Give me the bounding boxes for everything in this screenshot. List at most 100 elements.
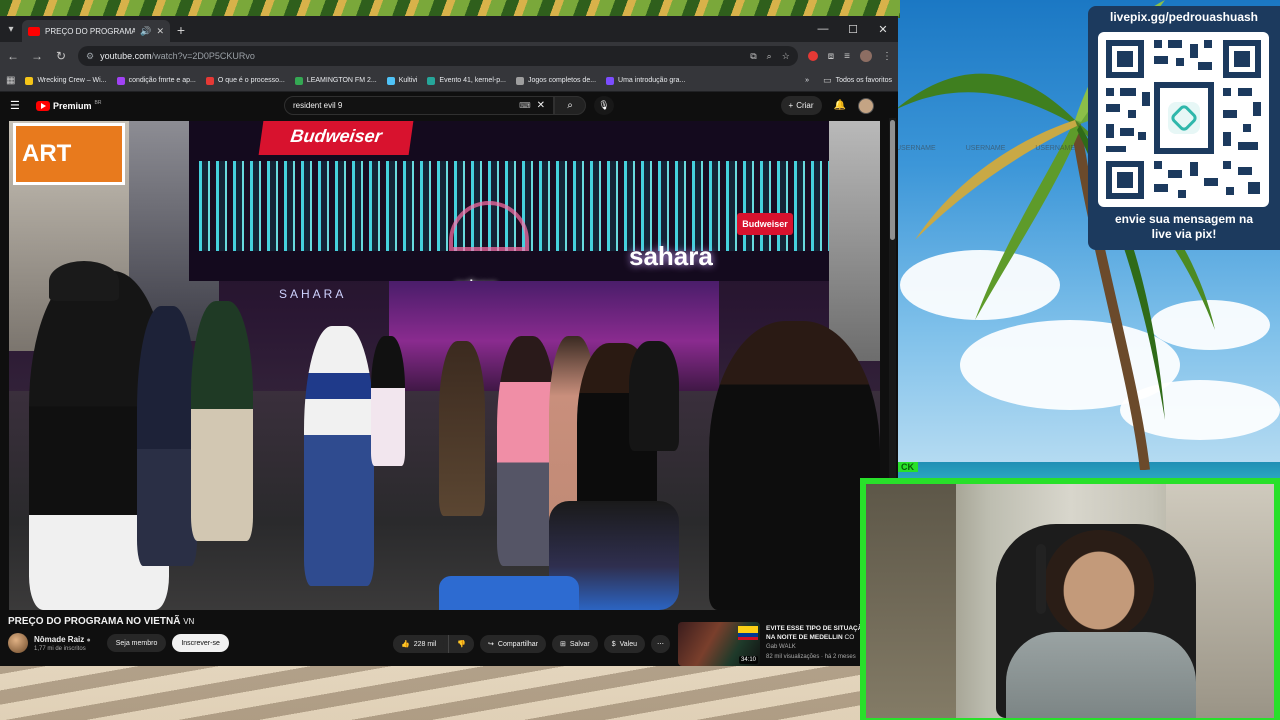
bookmark-label: O que é o processo... xyxy=(217,77,285,84)
bookmark-item[interactable]: O que é o processo... xyxy=(205,76,285,85)
thumbs-down-icon: 👎 xyxy=(457,641,467,648)
scrollbar-thumb[interactable] xyxy=(890,120,895,240)
create-button[interactable]: + Criar xyxy=(780,96,822,115)
channel-name-row[interactable]: Nômade Raiz ● xyxy=(34,635,91,644)
recommended-views: 82 mil visualizações · há 2 meses xyxy=(766,654,856,660)
mic-icon: 🎙 xyxy=(598,100,610,110)
site-info-icon[interactable]: ⚙ xyxy=(86,51,94,62)
extensions: ⧈ ≡ ⋮ xyxy=(807,50,892,62)
close-tab-icon[interactable]: ✕ xyxy=(156,26,164,37)
speaker-icon[interactable]: 🔊 xyxy=(140,26,151,37)
apps-grid-icon[interactable]: ▦ xyxy=(6,75,15,86)
reload-button[interactable]: ↻ xyxy=(54,49,68,63)
tab-youtube[interactable]: PREÇO DO PROGRAMA NO VIETNÃ 🔊 ✕ xyxy=(22,20,170,42)
video-player[interactable]: ART Budweiser sahara sahara Budweiser SA… xyxy=(9,121,880,610)
tab-search-button[interactable]: ▾ xyxy=(0,16,22,42)
person-cap xyxy=(49,261,119,301)
maximize-button[interactable]: ☐ xyxy=(838,16,868,42)
url-path: /watch?v=2D0P5CKURvo xyxy=(151,51,255,61)
bookmark-favicon-icon xyxy=(294,76,303,85)
bookmark-label: LEAMINGTON FM 2... xyxy=(306,77,377,84)
channel-avatar[interactable] xyxy=(8,633,28,653)
account-avatar[interactable] xyxy=(858,97,874,114)
overlay-username: USERNAME xyxy=(896,145,936,152)
keyboard-icon[interactable]: ⌨ xyxy=(519,101,531,110)
clear-search-icon[interactable]: ✕ xyxy=(537,100,545,111)
folder-icon: ▭ xyxy=(823,75,832,85)
sahara-sign: sahara xyxy=(629,241,713,271)
notifications-bell-icon[interactable]: 🔔 xyxy=(834,100,846,111)
person xyxy=(137,306,197,566)
bookmark-item[interactable]: LEAMINGTON FM 2... xyxy=(294,76,377,85)
person xyxy=(497,336,557,566)
subscribe-button[interactable]: Inscrever-se xyxy=(172,634,229,652)
media-controls-icon[interactable]: ≡ xyxy=(844,51,850,62)
bookmark-favicon-icon xyxy=(116,76,125,85)
bookmark-item[interactable]: Uma introdução gra... xyxy=(606,76,686,85)
bookmarks-overflow-button[interactable]: » xyxy=(805,77,809,84)
channel-row: Nômade Raiz ● 1,77 mi de inscritos Seja … xyxy=(8,633,229,653)
colombia-flag-icon xyxy=(738,626,758,640)
zoom-icon[interactable]: ⌕ xyxy=(767,51,772,62)
bookmark-item[interactable]: Kultivi xyxy=(386,76,418,85)
headset-icon xyxy=(1036,544,1046,614)
budweiser-sign-right: Budweiser xyxy=(737,213,793,235)
share-icon: ↪ xyxy=(488,641,494,648)
search-button[interactable]: ⌕ xyxy=(554,96,586,115)
bookmark-label: Evento 41, kernel-p... xyxy=(439,77,506,84)
share-button[interactable]: ↪ Compartilhar xyxy=(480,635,546,653)
cast-icon[interactable]: ⧉ xyxy=(750,51,756,62)
url-host: youtube.com xyxy=(100,51,152,61)
cam-shirt xyxy=(1006,632,1196,718)
recommended-video[interactable]: 34:10 EVITE ESSE TIPO DE SITUAÇÃO NA NOI… xyxy=(678,622,883,666)
cam-head xyxy=(1044,530,1154,640)
bookmark-favicon-icon xyxy=(427,76,436,85)
logo-text: Premium xyxy=(53,100,92,111)
webcam-frame xyxy=(860,478,1280,720)
bookmark-label: Kultivi xyxy=(398,77,418,84)
livepix-url: livepix.gg/pedrouashuash xyxy=(1109,10,1259,24)
address-bar[interactable]: ⚙ youtube.com/watch?v=2D0P5CKURvo ⧉ ⌕ ☆ xyxy=(78,46,798,66)
bookmark-item[interactable]: Evento 41, kernel-p... xyxy=(427,76,506,85)
more-actions-button[interactable]: ⋯ xyxy=(650,635,670,653)
minimize-button[interactable]: — xyxy=(808,16,838,42)
bookmark-item[interactable]: Wrecking Crew – Wi... xyxy=(25,76,107,85)
extension-record-icon[interactable] xyxy=(807,51,818,61)
dislike-button[interactable]: 👎 xyxy=(448,635,475,653)
sahara-wall-sign: SAHARA xyxy=(279,287,347,301)
bookmark-favicon-icon xyxy=(606,76,615,85)
extensions-puzzle-icon[interactable]: ⧈ xyxy=(828,51,834,62)
join-button[interactable]: Seja membro xyxy=(106,634,167,652)
header-actions: + Criar 🔔 xyxy=(780,96,874,115)
channel-name: Nômade Raiz xyxy=(34,634,85,644)
sign-art: ART xyxy=(13,123,125,185)
thanks-button[interactable]: $ Valeu xyxy=(603,635,645,653)
channel-meta: Nômade Raiz ● 1,77 mi de inscritos xyxy=(34,635,91,652)
back-button[interactable]: ← xyxy=(6,49,20,63)
window-controls: — ☐ ✕ xyxy=(808,16,898,42)
voice-search-button[interactable]: 🎙 xyxy=(594,96,614,115)
qr-code-icon xyxy=(1106,40,1261,199)
bookmark-item[interactable]: Jogos completos de... xyxy=(515,76,596,85)
recommended-channel[interactable]: Gab WALK xyxy=(766,644,796,650)
search-input[interactable]: resident evil 9 ⌨ ✕ xyxy=(284,96,554,115)
new-tab-button[interactable]: + xyxy=(170,20,192,42)
save-button[interactable]: ⊞ Salvar xyxy=(551,635,598,653)
scooter xyxy=(439,576,579,610)
close-window-button[interactable]: ✕ xyxy=(868,16,898,42)
youtube-logo[interactable]: Premium BR xyxy=(36,100,101,111)
recommended-thumbnail[interactable]: 34:10 xyxy=(678,622,760,666)
bookmark-item[interactable]: condição fmrte e ap... xyxy=(116,76,196,85)
bookmark-star-icon[interactable]: ☆ xyxy=(782,51,790,62)
all-bookmarks-folder[interactable]: ▭ Todos os favoritos xyxy=(823,75,892,86)
like-button[interactable]: 👍 228 mil xyxy=(393,635,445,653)
url-text: youtube.com/watch?v=2D0P5CKURvo xyxy=(100,51,255,61)
chrome-menu-icon[interactable]: ⋮ xyxy=(882,51,892,62)
menu-icon[interactable]: ☰ xyxy=(10,99,28,112)
webcam-feed xyxy=(866,484,1274,718)
forward-button[interactable]: → xyxy=(30,49,44,63)
bookmark-label: Uma introdução gra... xyxy=(618,77,686,84)
create-label: Criar xyxy=(796,101,814,110)
profile-avatar[interactable] xyxy=(860,50,872,62)
bookmark-favicon-icon xyxy=(386,76,395,85)
